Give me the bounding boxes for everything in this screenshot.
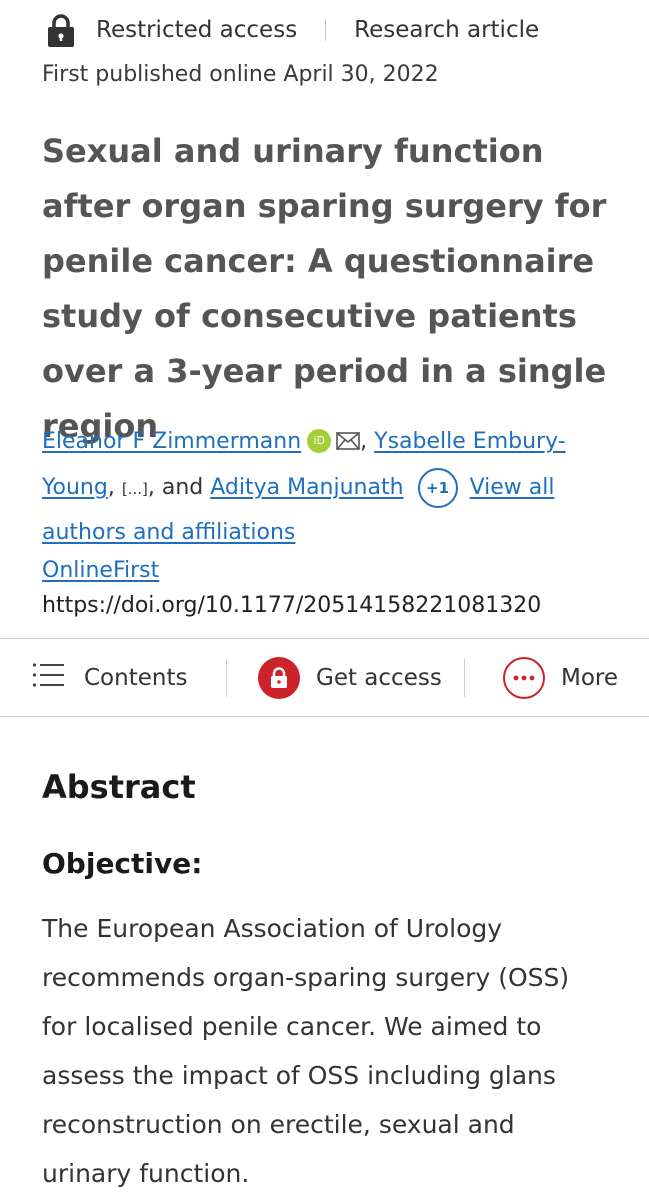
access-status: Restricted access bbox=[96, 17, 298, 43]
mail-icon[interactable] bbox=[336, 422, 360, 466]
contents-list-icon bbox=[32, 662, 64, 694]
more-label: More bbox=[561, 665, 619, 691]
article-type: Research article bbox=[354, 17, 540, 43]
lock-icon bbox=[44, 13, 78, 47]
toolbar-divider bbox=[226, 659, 227, 697]
orcid-icon[interactable]: iD bbox=[307, 429, 332, 453]
author-list: Eleanor F Zimmermann iD, Ysabelle Embury-… bbox=[42, 420, 632, 555]
article-meta-row: Restricted access Research article bbox=[44, 10, 539, 50]
authors-ellipsis[interactable]: [...] bbox=[122, 480, 148, 498]
get-access-button[interactable]: Get access bbox=[258, 639, 442, 717]
toolbar-divider bbox=[464, 659, 465, 697]
more-dots-icon bbox=[503, 657, 545, 699]
meta-divider bbox=[325, 19, 327, 41]
more-authors-badge[interactable]: +1 bbox=[417, 468, 458, 508]
publication-date: First published online April 30, 2022 bbox=[42, 62, 439, 87]
lock-icon bbox=[258, 657, 300, 699]
get-access-label: Get access bbox=[316, 665, 442, 691]
abstract-objective-text: The European Association of Urology reco… bbox=[42, 914, 570, 1188]
more-button[interactable]: More bbox=[503, 639, 618, 717]
abstract-heading: Abstract bbox=[42, 768, 196, 806]
author-link[interactable]: Eleanor F Zimmermann bbox=[42, 429, 301, 454]
authors-joiner: and bbox=[161, 475, 204, 500]
author-link[interactable]: Aditya Manjunath bbox=[210, 475, 403, 500]
objective-heading: Objective: bbox=[42, 847, 203, 880]
online-first-link[interactable]: OnlineFirst bbox=[42, 558, 159, 583]
contents-label: Contents bbox=[84, 665, 188, 691]
doi-text[interactable]: https://doi.org/10.1177/2051415822108132… bbox=[42, 593, 541, 618]
article-toolbar: Contents Get access More bbox=[0, 638, 649, 717]
article-title: Sexual and urinary function after organ … bbox=[42, 132, 607, 445]
contents-button[interactable]: Contents bbox=[32, 639, 187, 717]
